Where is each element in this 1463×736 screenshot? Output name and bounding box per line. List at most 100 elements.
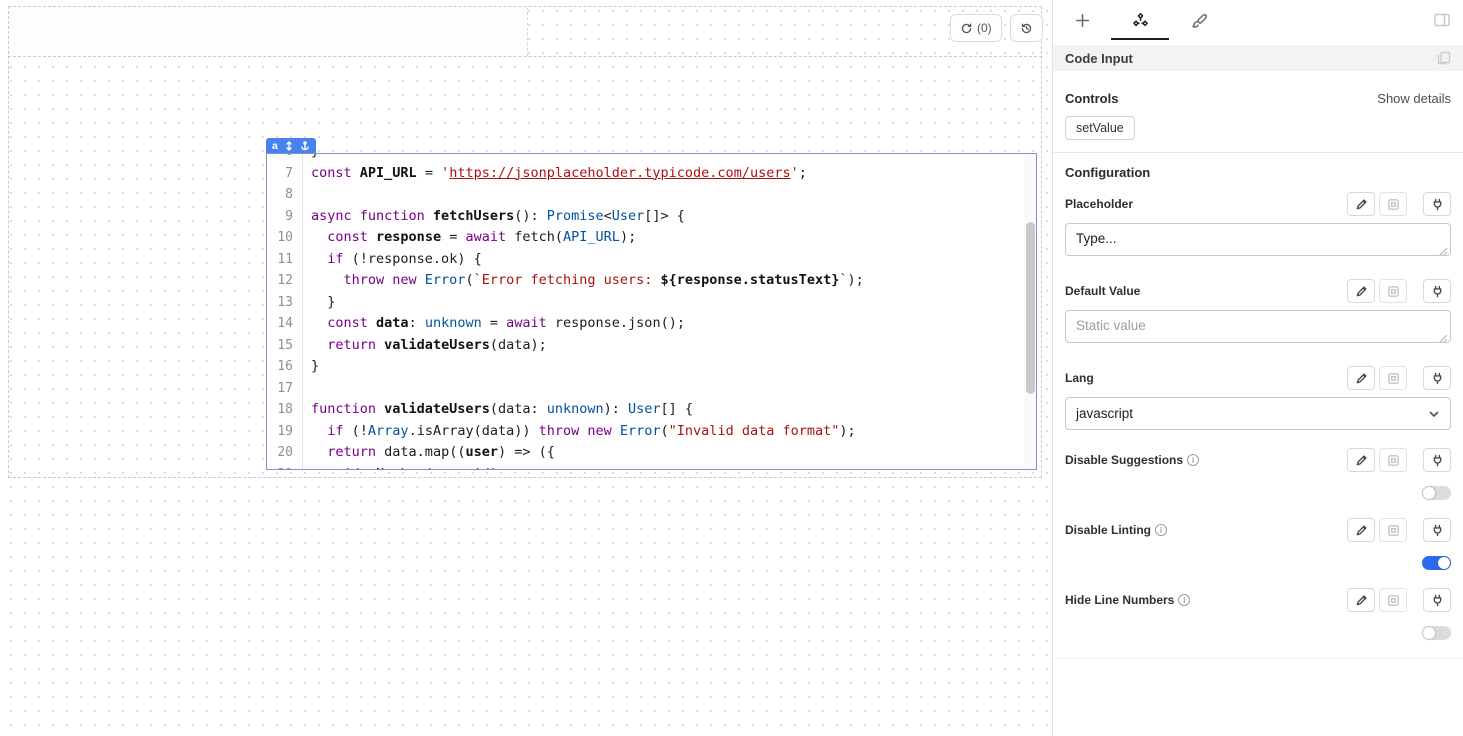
- bind-data-button[interactable]: [1423, 366, 1451, 390]
- selected-widget-badge[interactable]: a: [266, 138, 316, 154]
- code-lines[interactable]: 6}7const API_URL = 'https://jsonplacehol…: [267, 153, 1022, 470]
- tab-widget-properties[interactable]: [1111, 0, 1169, 40]
- field-label: Disable Linting: [1065, 523, 1151, 537]
- line-number: 7: [267, 163, 303, 185]
- bind-data-button[interactable]: [1423, 448, 1451, 472]
- js-convert-button[interactable]: [1379, 518, 1407, 542]
- history-button[interactable]: [1010, 14, 1043, 42]
- code-line: 10 const response = await fetch(API_URL)…: [267, 227, 1022, 249]
- code-block-icon: [1387, 198, 1400, 211]
- pencil-icon: [1355, 372, 1368, 385]
- js-convert-button[interactable]: [1379, 192, 1407, 216]
- tab-styles[interactable]: [1169, 0, 1227, 40]
- edit-button[interactable]: [1347, 588, 1375, 612]
- refresh-button[interactable]: (0): [950, 14, 1002, 42]
- code-line: 21 id: Number(user.id),: [267, 464, 1022, 471]
- setvalue-method-chip[interactable]: setValue: [1065, 116, 1135, 140]
- line-number: 6: [267, 153, 303, 163]
- bind-data-button[interactable]: [1423, 588, 1451, 612]
- lang-select[interactable]: javascript: [1065, 397, 1451, 430]
- plug-icon: [1431, 454, 1444, 467]
- widget-title: Code Input: [1065, 51, 1133, 66]
- pencil-icon: [1355, 524, 1368, 537]
- editor-scrollbar-thumb[interactable]: [1026, 222, 1035, 394]
- line-number: 13: [267, 292, 303, 314]
- edit-button[interactable]: [1347, 448, 1375, 472]
- code-line: 11 if (!response.ok) {: [267, 249, 1022, 271]
- line-number: 20: [267, 442, 303, 464]
- toggle-knob: [1423, 627, 1435, 639]
- header-left-container[interactable]: [9, 7, 528, 56]
- show-details-link[interactable]: Show details: [1377, 91, 1451, 106]
- line-number: 9: [267, 206, 303, 228]
- section-divider: [1053, 658, 1463, 659]
- line-number: 11: [267, 249, 303, 271]
- line-number: 8: [267, 184, 303, 206]
- active-tab-underline: [1111, 38, 1169, 40]
- field-hide-line-numbers: Hide Line Numbers: [1065, 588, 1451, 640]
- edit-button[interactable]: [1347, 366, 1375, 390]
- code-line: 20 return data.map((user) => ({: [267, 442, 1022, 464]
- info-icon: [1155, 524, 1167, 536]
- selected-widget-label: a: [272, 138, 278, 154]
- field-disable-linting: Disable Linting: [1065, 518, 1451, 570]
- code-block-icon: [1387, 524, 1400, 537]
- plug-icon: [1431, 524, 1444, 537]
- collapse-panel-button[interactable]: [1433, 11, 1451, 29]
- resize-grip-icon[interactable]: [1439, 334, 1448, 343]
- toggle-knob: [1438, 557, 1450, 569]
- js-convert-button[interactable]: [1379, 588, 1407, 612]
- line-number: 19: [267, 421, 303, 443]
- pencil-icon: [1355, 285, 1368, 298]
- line-number: 15: [267, 335, 303, 357]
- code-line: 16}: [267, 356, 1022, 378]
- plus-icon: [1074, 12, 1091, 29]
- code-line: 14 const data: unknown = await response.…: [267, 313, 1022, 335]
- refresh-icon: [960, 22, 973, 35]
- field-label: Placeholder: [1065, 197, 1133, 211]
- js-convert-button[interactable]: [1379, 448, 1407, 472]
- placeholder-input[interactable]: Type...: [1065, 223, 1451, 256]
- code-line: 7const API_URL = 'https://jsonplaceholde…: [267, 163, 1022, 185]
- bind-data-button[interactable]: [1423, 279, 1451, 303]
- refresh-count: (0): [977, 21, 992, 35]
- code-block-icon: [1387, 454, 1400, 467]
- code-line: 12 throw new Error(`Error fetching users…: [267, 270, 1022, 292]
- disable-suggestions-toggle[interactable]: [1422, 486, 1451, 500]
- line-number: 16: [267, 356, 303, 378]
- header-drop-zone[interactable]: [8, 6, 1042, 57]
- pencil-icon: [1355, 594, 1368, 607]
- js-convert-button[interactable]: [1379, 366, 1407, 390]
- code-input-widget[interactable]: 6}7const API_URL = 'https://jsonplacehol…: [266, 153, 1037, 470]
- default-value-input[interactable]: [1065, 310, 1451, 343]
- lang-select-value: javascript: [1076, 406, 1133, 421]
- field-label: Lang: [1065, 371, 1094, 385]
- resize-height-icon: [284, 141, 294, 151]
- paintbrush-icon: [1190, 12, 1207, 29]
- code-line: 17: [267, 378, 1022, 400]
- hide-line-numbers-toggle[interactable]: [1422, 626, 1451, 640]
- code-block-icon: [1387, 285, 1400, 298]
- js-convert-button[interactable]: [1379, 279, 1407, 303]
- builder-canvas[interactable]: (0) a 6}7const API_URL = 'https://jsonpl…: [0, 0, 1052, 736]
- widget-header-bar: Code Input: [1053, 45, 1463, 71]
- bind-data-button[interactable]: [1423, 192, 1451, 216]
- code-line: 6}: [267, 153, 1022, 163]
- disable-linting-toggle[interactable]: [1422, 556, 1451, 570]
- field-placeholder: Placeholder Type...: [1065, 192, 1451, 261]
- toggle-knob: [1423, 487, 1435, 499]
- edit-button[interactable]: [1347, 192, 1375, 216]
- bind-data-button[interactable]: [1423, 518, 1451, 542]
- configuration-heading: Configuration: [1065, 165, 1451, 180]
- widgets-icon: [1132, 12, 1149, 29]
- docs-icon[interactable]: [1437, 51, 1451, 65]
- plug-icon: [1431, 285, 1444, 298]
- tab-add-widget[interactable]: [1053, 0, 1111, 40]
- pencil-icon: [1355, 454, 1368, 467]
- editor-scrollbar[interactable]: [1024, 154, 1036, 469]
- edit-button[interactable]: [1347, 518, 1375, 542]
- resize-grip-icon[interactable]: [1439, 247, 1448, 256]
- field-disable-suggestions: Disable Suggestions: [1065, 448, 1451, 500]
- code-line: 13 }: [267, 292, 1022, 314]
- edit-button[interactable]: [1347, 279, 1375, 303]
